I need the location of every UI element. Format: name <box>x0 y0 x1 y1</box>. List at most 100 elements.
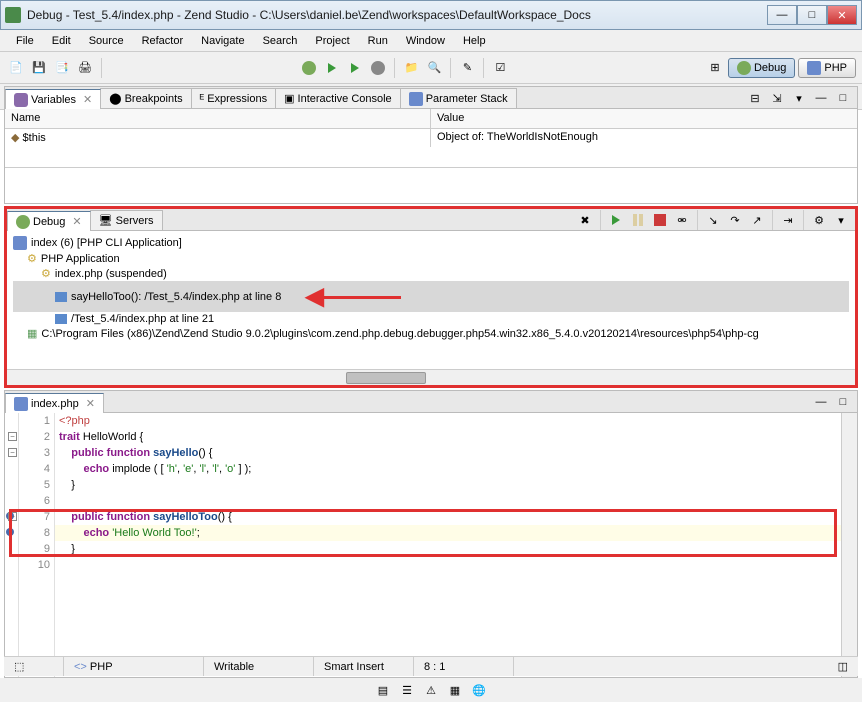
task-button[interactable]: ☑ <box>490 58 510 78</box>
suspend-button[interactable] <box>628 210 648 230</box>
status-position: 8 : 1 <box>414 657 514 676</box>
perspective-php[interactable]: PHP <box>798 58 856 78</box>
line-gutter[interactable]: 12345678910 <box>19 413 55 677</box>
open-type-button[interactable]: 📁 <box>401 58 421 78</box>
search-button[interactable]: 🔍 <box>424 58 444 78</box>
terminate-button[interactable] <box>650 210 670 230</box>
step-into-button[interactable]: ↘ <box>703 210 723 230</box>
run-button[interactable] <box>322 58 342 78</box>
menu-help[interactable]: Help <box>455 33 494 49</box>
drop-frame-button[interactable]: ⇥ <box>778 210 798 230</box>
perspective-php-label: PHP <box>824 62 847 74</box>
tab-servers-label: Servers <box>116 215 154 227</box>
code-editor[interactable]: −−− 12345678910 <?phptrait HelloWorld { … <box>5 413 857 677</box>
editor-tab-index[interactable]: index.php ✕ <box>5 393 104 413</box>
app-node[interactable]: ⚙PHP Application <box>13 251 849 266</box>
minimize-icon[interactable]: — <box>811 392 831 412</box>
menu-project[interactable]: Project <box>307 33 357 49</box>
tab-debug[interactable]: Debug✕ <box>7 211 91 231</box>
var-name: $this <box>23 132 46 144</box>
ext-tools-button[interactable] <box>368 58 388 78</box>
maximize-icon[interactable]: □ <box>833 88 853 108</box>
console-icon[interactable]: ▤ <box>373 680 393 700</box>
tab-expressions[interactable]: ᴱExpressions <box>191 88 276 108</box>
tab-interactive-console[interactable]: ▣Interactive Console <box>275 88 401 108</box>
maximize-button[interactable]: □ <box>797 5 827 25</box>
tasks-icon[interactable]: ☰ <box>397 680 417 700</box>
editor-filename: index.php <box>31 398 79 410</box>
variable-row[interactable]: ◆ $this Object of: TheWorldIsNotEnough <box>5 129 857 147</box>
status-bar: ⬚ <> PHP Writable Smart Insert 8 : 1 ◫ <box>4 656 858 676</box>
app-icon <box>5 7 21 23</box>
use-step-filters-button[interactable]: ⚙ <box>809 210 829 230</box>
stack-frame-2[interactable]: /Test_5.4/index.php at line 21 <box>13 312 849 326</box>
editor-pane: index.php ✕ — □ −−− 12345678910 <?phptrai… <box>4 390 858 678</box>
menu-navigate[interactable]: Navigate <box>193 33 252 49</box>
close-icon[interactable]: ✕ <box>72 215 81 228</box>
annotation-button[interactable]: ✎ <box>457 58 477 78</box>
menu-edit[interactable]: Edit <box>44 33 79 49</box>
disconnect-button[interactable]: ⚮ <box>672 210 692 230</box>
save-button[interactable]: 💾 <box>29 58 49 78</box>
menu-bar: File Edit Source Refactor Navigate Searc… <box>0 30 862 52</box>
target-node[interactable]: ⚙index.php (suspended) <box>13 266 849 281</box>
close-icon[interactable]: ✕ <box>83 93 92 106</box>
var-collapse-button[interactable]: ⇲ <box>767 88 787 108</box>
menu-refactor[interactable]: Refactor <box>134 33 192 49</box>
problems-icon[interactable]: ⚠ <box>421 680 441 700</box>
minimize-icon[interactable]: — <box>811 88 831 108</box>
browser-icon[interactable]: 🌐 <box>469 680 489 700</box>
save-all-button[interactable]: 📑 <box>52 58 72 78</box>
menu-file[interactable]: File <box>8 33 42 49</box>
open-perspective-button[interactable]: ⊞ <box>705 58 725 78</box>
view-menu-button[interactable]: ▾ <box>831 210 851 230</box>
vertical-scrollbar[interactable] <box>841 413 857 677</box>
marker-bar[interactable]: −−− <box>5 413 19 677</box>
debug-tree[interactable]: index (6) [PHP CLI Application] ⚙PHP App… <box>7 231 855 369</box>
tab-parameter-stack[interactable]: Parameter Stack <box>400 88 517 108</box>
tab-servers[interactable]: 🖥Servers <box>90 210 163 230</box>
window-title: Debug - Test_5.4/index.php - Zend Studio… <box>27 8 767 22</box>
tab-expressions-label: Expressions <box>207 93 267 105</box>
resume-button[interactable] <box>606 210 626 230</box>
output-icon[interactable]: ▦ <box>445 680 465 700</box>
launch-label: index (6) [PHP CLI Application] <box>31 237 182 249</box>
debug-button[interactable] <box>299 58 319 78</box>
launch-node[interactable]: index (6) [PHP CLI Application] <box>13 235 849 251</box>
col-value[interactable]: Value <box>431 109 857 128</box>
step-return-button[interactable]: ↗ <box>747 210 767 230</box>
main-toolbar: 📄 💾 📑 🖨 📁 🔍 ✎ ☑ ⊞ Debug PHP <box>0 52 862 84</box>
print-button[interactable]: 🖨 <box>75 58 95 78</box>
menu-search[interactable]: Search <box>255 33 306 49</box>
status-mode: Writable <box>204 657 314 676</box>
code-lines[interactable]: <?phptrait HelloWorld { public function … <box>55 413 841 677</box>
menu-run[interactable]: Run <box>360 33 396 49</box>
status-icon-cell: ⬚ <box>4 657 64 676</box>
close-button[interactable]: ✕ <box>827 5 857 25</box>
tab-variables[interactable]: Variables✕ <box>5 89 101 109</box>
app-label: PHP Application <box>41 253 120 265</box>
perspective-debug[interactable]: Debug <box>728 58 795 78</box>
perspective-debug-label: Debug <box>754 62 786 74</box>
menu-source[interactable]: Source <box>81 33 132 49</box>
run-last-button[interactable] <box>345 58 365 78</box>
var-menu-button[interactable]: ▾ <box>789 88 809 108</box>
minimize-button[interactable]: — <box>767 5 797 25</box>
stack-frame-1[interactable]: sayHelloToo(): /Test_5.4/index.php at li… <box>13 281 849 312</box>
status-trim-button[interactable]: ◫ <box>828 657 858 676</box>
tab-breakpoints-label: Breakpoints <box>125 93 183 105</box>
col-name[interactable]: Name <box>5 109 431 128</box>
variables-tabrow: Variables✕ ⬤Breakpoints ᴱExpressions ▣In… <box>5 87 857 109</box>
close-icon[interactable]: ✕ <box>86 397 95 410</box>
var-tree-button[interactable]: ⊟ <box>745 88 765 108</box>
maximize-icon[interactable]: □ <box>833 392 853 412</box>
tab-breakpoints[interactable]: ⬤Breakpoints <box>100 88 191 108</box>
step-over-button[interactable]: ↷ <box>725 210 745 230</box>
new-button[interactable]: 📄 <box>6 58 26 78</box>
remove-terminated-button[interactable]: ✖ <box>575 210 595 230</box>
menu-window[interactable]: Window <box>398 33 453 49</box>
horizontal-scrollbar[interactable] <box>7 369 855 385</box>
tab-console-label: Interactive Console <box>298 93 392 105</box>
process-node[interactable]: ▦C:\Program Files (x86)\Zend\Zend Studio… <box>13 326 849 341</box>
status-lang: <> PHP <box>64 657 204 676</box>
